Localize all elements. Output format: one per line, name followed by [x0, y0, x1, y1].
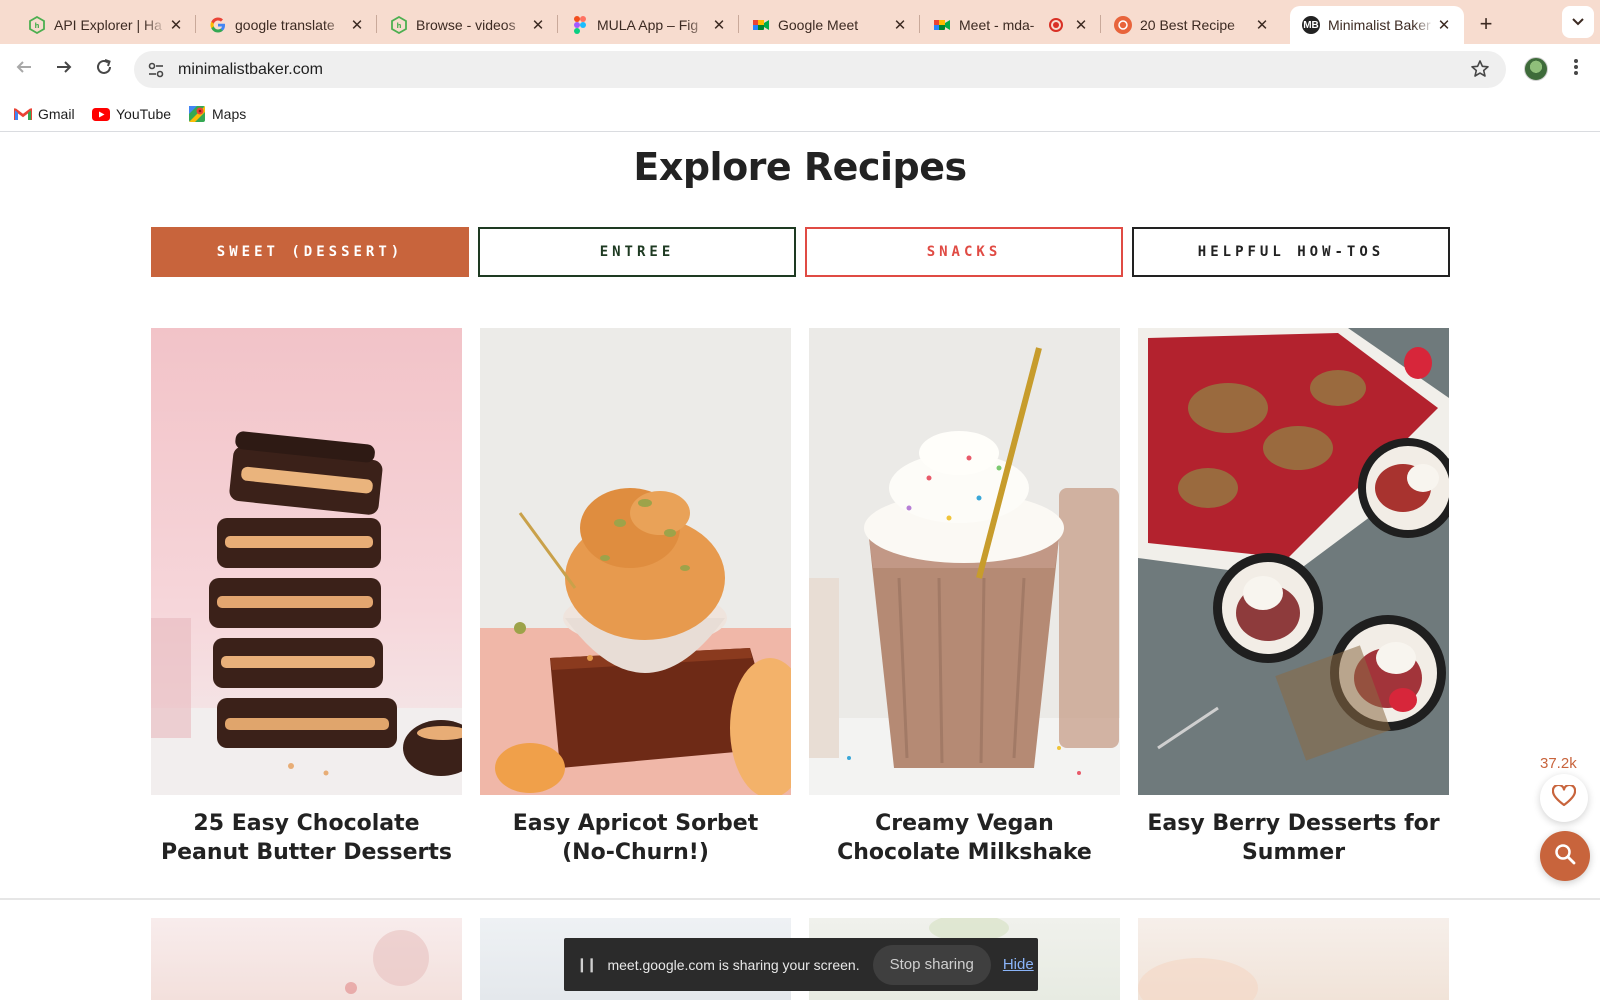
tab-strip: h API Explorer | Ha ✕ google translate ✕…: [0, 0, 1600, 44]
youtube-icon: [92, 106, 110, 122]
close-icon[interactable]: ✕: [528, 15, 548, 35]
category-helpful-howtos-button[interactable]: HELPFUL HOW-TOS: [1132, 227, 1450, 277]
bookmarks-bar: Gmail YouTube Maps: [0, 96, 1600, 132]
close-icon[interactable]: ✕: [709, 15, 729, 35]
bookmark-maps[interactable]: Maps: [188, 104, 246, 124]
recipe-title[interactable]: Creamy Vegan Chocolate Milkshake: [809, 809, 1120, 867]
category-sweet-dessert-button[interactable]: SWEET (DESSERT): [151, 227, 469, 277]
tab-separator: [376, 15, 377, 33]
minimalist-baker-icon: MB: [1302, 16, 1320, 34]
tab-separator: [919, 15, 920, 33]
svg-text:h: h: [397, 22, 402, 30]
tab-meet-recording[interactable]: Meet - mda- ✕: [921, 6, 1101, 44]
browser-toolbar: minimalistbaker.com: [0, 44, 1600, 96]
back-button[interactable]: [10, 56, 38, 84]
tab-separator: [738, 15, 739, 33]
tab-title: google translate: [235, 17, 335, 33]
favorites-button[interactable]: [1540, 774, 1588, 822]
page-title: Explore Recipes: [633, 145, 967, 189]
recipe-title[interactable]: Easy Berry Desserts for Summer: [1138, 809, 1449, 867]
bookmark-label: Gmail: [38, 106, 75, 122]
arrow-left-icon: [15, 58, 33, 82]
new-tab-button[interactable]: +: [1472, 10, 1500, 38]
tab-minimalist-baker[interactable]: MB Minimalist Baker ✕: [1290, 6, 1464, 44]
svg-text:h: h: [35, 22, 40, 30]
favorites-count: 37.2k: [1540, 755, 1577, 772]
tab-title: Browse - videos: [416, 17, 516, 33]
bookmark-label: YouTube: [116, 106, 172, 122]
tab-title: API Explorer | Ha: [54, 17, 162, 33]
meet-icon: [933, 16, 951, 34]
tab-separator: [557, 15, 558, 33]
site-settings-icon[interactable]: [146, 60, 166, 80]
bookmark-gmail[interactable]: Gmail: [14, 104, 75, 124]
recipe-card[interactable]: Easy Berry Desserts for Summer: [1138, 328, 1449, 867]
screen-sharing-bar: ❙❙ meet.google.com is sharing your scree…: [564, 938, 1038, 991]
recipe-card[interactable]: 25 Easy Chocolate Peanut Butter Desserts: [151, 328, 462, 867]
recording-indicator-icon: [1049, 18, 1063, 32]
close-icon[interactable]: ✕: [890, 15, 910, 35]
close-icon[interactable]: ✕: [1071, 15, 1091, 35]
search-icon: [1554, 843, 1576, 870]
recipe-photo-preview[interactable]: [151, 918, 462, 1000]
forward-button[interactable]: [50, 56, 78, 84]
recipe-title[interactable]: 25 Easy Chocolate Peanut Butter Desserts: [151, 809, 462, 867]
close-icon[interactable]: ✕: [1252, 15, 1272, 35]
recipe-card[interactable]: Creamy Vegan Chocolate Milkshake: [809, 328, 1120, 867]
maps-icon: [188, 106, 206, 122]
reload-icon: [95, 58, 113, 82]
sharing-message: meet.google.com is sharing your screen.: [607, 956, 860, 973]
recipe-photo-apricot-sorbet[interactable]: [480, 328, 791, 795]
meet-icon: [752, 16, 770, 34]
reload-button[interactable]: [90, 56, 118, 84]
tab-search-button[interactable]: [1562, 6, 1594, 38]
gmail-icon: [14, 106, 32, 122]
recipe-photo-chocolate-peanut-butter-cups[interactable]: [151, 328, 462, 795]
bookmark-label: Maps: [212, 106, 247, 122]
figma-icon: [571, 16, 589, 34]
tab-google-translate[interactable]: google translate ✕: [197, 6, 377, 44]
drag-handle-icon[interactable]: ❙❙: [576, 956, 598, 973]
hatch-icon: h: [390, 16, 408, 34]
search-button[interactable]: [1540, 831, 1590, 881]
recipe-card[interactable]: Easy Apricot Sorbet (No-Churn!): [480, 328, 791, 867]
profile-avatar[interactable]: [1524, 57, 1548, 81]
chevron-down-icon: [1572, 15, 1584, 29]
section-divider: [0, 898, 1600, 900]
tab-title: 20 Best Recipe: [1140, 17, 1235, 33]
tab-separator: [1100, 15, 1101, 33]
recipe-title[interactable]: Easy Apricot Sorbet (No-Churn!): [480, 809, 791, 867]
heart-icon: [1551, 783, 1577, 812]
tab-title: Meet - mda-: [959, 17, 1035, 33]
close-icon[interactable]: ✕: [166, 15, 186, 35]
category-snacks-button[interactable]: SNACKS: [805, 227, 1123, 277]
recipe-icon: [1114, 16, 1132, 34]
hide-link[interactable]: Hide: [1003, 956, 1034, 973]
tab-google-meet[interactable]: Google Meet ✕: [740, 6, 920, 44]
browser-menu-button[interactable]: [1562, 56, 1590, 84]
recipe-photo-preview[interactable]: [1138, 918, 1449, 1005]
hatch-icon: h: [28, 16, 46, 34]
close-icon[interactable]: ✕: [1434, 15, 1454, 35]
bookmark-star-icon[interactable]: [1470, 59, 1490, 79]
tab-best-recipes[interactable]: 20 Best Recipe ✕: [1102, 6, 1282, 44]
category-entree-button[interactable]: ENTREE: [478, 227, 796, 277]
close-icon[interactable]: ✕: [347, 15, 367, 35]
recipe-photo-chocolate-milkshake[interactable]: [809, 328, 1120, 795]
tab-browse-videos[interactable]: h Browse - videos ✕: [378, 6, 558, 44]
tab-figma[interactable]: MULA App – Fig ✕: [559, 6, 739, 44]
recipe-photo-berry-desserts[interactable]: [1138, 328, 1449, 795]
tab-separator: [195, 15, 196, 33]
address-bar[interactable]: minimalistbaker.com: [134, 51, 1506, 88]
url-text: minimalistbaker.com: [178, 60, 323, 78]
stop-sharing-button[interactable]: Stop sharing: [872, 944, 991, 985]
tab-title: Google Meet: [778, 17, 859, 33]
bookmark-youtube[interactable]: YouTube: [92, 104, 171, 124]
tab-api-explorer[interactable]: h API Explorer | Ha ✕: [16, 6, 196, 44]
arrow-right-icon: [55, 58, 73, 82]
tab-title: Minimalist Baker: [1328, 17, 1431, 33]
google-icon: [209, 16, 227, 34]
tab-title: MULA App – Fig: [597, 17, 699, 33]
more-vertical-icon: [1574, 58, 1578, 82]
